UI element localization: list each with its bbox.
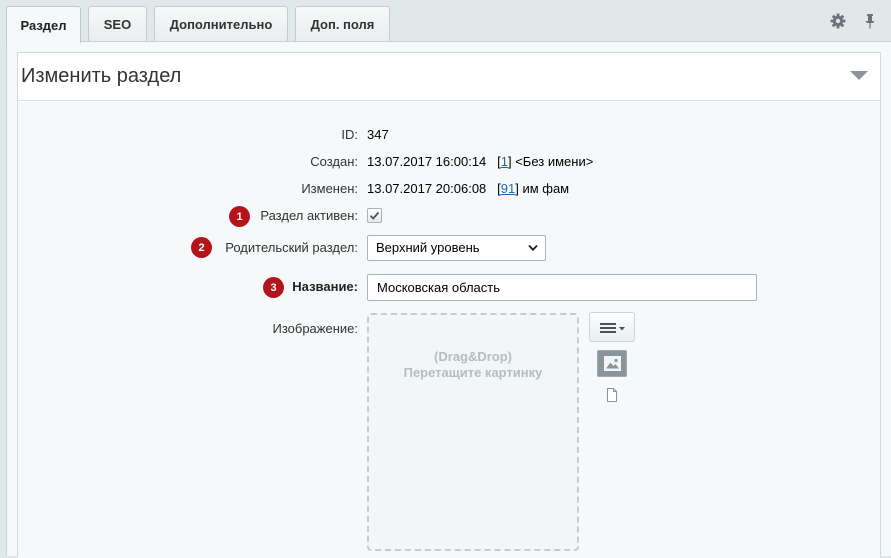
- tab-section[interactable]: Раздел: [6, 6, 81, 43]
- created-date: 13.07.2017 16:00:14: [367, 154, 487, 169]
- modified-label: Изменен:: [301, 181, 358, 196]
- image-upload-button[interactable]: [597, 350, 627, 377]
- form-content: ID: 347 Создан: 13.07.2017 16:00:14 [1] …: [18, 102, 880, 558]
- image-label: Изображение:: [272, 321, 358, 336]
- tab-label: SEO: [103, 17, 132, 32]
- modified-value: 13.07.2017 20:06:08 [91] им фам: [367, 181, 570, 196]
- id-value: 347: [367, 127, 389, 142]
- chevron-down-icon: [528, 244, 538, 252]
- parent-selected-value: Верхний уровень: [376, 240, 480, 255]
- gear-icon[interactable]: [829, 12, 847, 30]
- file-icon: [607, 388, 617, 402]
- dropzone-hint-1: (Drag&Drop): [434, 349, 512, 364]
- image-dropzone[interactable]: (Drag&Drop) Перетащите картинку: [367, 313, 579, 551]
- image-menu-button[interactable]: [589, 312, 635, 342]
- checkmark-icon: [369, 211, 380, 220]
- created-value: 13.07.2017 16:00:14 [1] <Без имени>: [367, 154, 594, 169]
- modified-user-name: им фам: [522, 181, 570, 196]
- tab-bar: Раздел SEO Дополнительно Доп. поля: [0, 0, 891, 43]
- menu-icon: [600, 323, 625, 333]
- tab-label: Дополнительно: [169, 17, 273, 32]
- created-user-name: <Без имени>: [515, 154, 594, 169]
- dropzone-hint-2: Перетащите картинку: [403, 365, 543, 380]
- id-label: ID:: [341, 127, 358, 142]
- card-header: Изменить раздел: [18, 53, 880, 101]
- modified-date: 13.07.2017 20:06:08: [367, 181, 487, 196]
- active-label: Раздел активен:: [260, 208, 358, 223]
- created-user-link[interactable]: 1: [501, 154, 508, 169]
- parent-section-select[interactable]: Верхний уровень: [367, 235, 546, 261]
- collapse-arrow-icon[interactable]: [850, 71, 868, 80]
- tab-additional[interactable]: Дополнительно: [154, 6, 288, 42]
- modified-user-link[interactable]: 91: [501, 181, 515, 196]
- parent-label: Родительский раздел:: [225, 240, 358, 255]
- file-upload-button[interactable]: [605, 387, 619, 403]
- form-panel: Изменить раздел ID: 347 Создан: 13.07.20…: [6, 41, 891, 558]
- tab-extra-fields[interactable]: Доп. поля: [295, 6, 390, 42]
- name-label: Название:: [292, 279, 358, 294]
- page-title: Изменить раздел: [21, 65, 182, 87]
- created-label: Создан:: [310, 154, 358, 169]
- pin-icon[interactable]: [861, 12, 879, 30]
- tab-label: Доп. поля: [310, 17, 375, 32]
- tab-seo[interactable]: SEO: [88, 6, 147, 42]
- name-input[interactable]: Московская область: [367, 274, 757, 301]
- active-checkbox[interactable]: [367, 208, 382, 223]
- image-icon: [604, 356, 621, 371]
- tab-label: Раздел: [20, 17, 67, 33]
- edit-section-card: Изменить раздел ID: 347 Создан: 13.07.20…: [17, 52, 881, 558]
